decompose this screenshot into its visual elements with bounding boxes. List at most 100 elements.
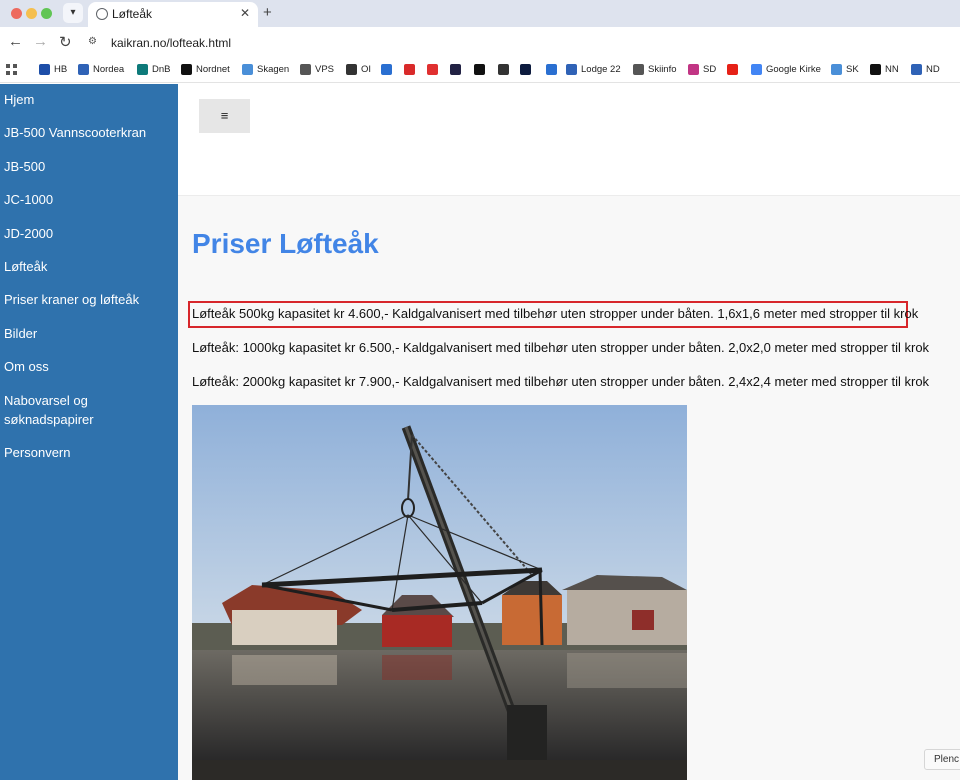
close-window-button[interactable] (11, 8, 22, 19)
main-content: ≡ Priser Løfteåk Løfteåk 500kg kapasitet… (178, 84, 960, 780)
bookmark-label: SK (846, 64, 859, 75)
tab-search-button[interactable]: ▾ (63, 3, 83, 23)
browser-toolbar: ← → ↻ ⚙ kaikran.no/lofteak.html (0, 27, 960, 59)
bookmark-item[interactable]: VPS (300, 64, 334, 75)
globe-icon (96, 8, 108, 20)
sidebar-item-personvern[interactable]: Personvern (4, 443, 169, 462)
bookmark-item[interactable]: DnB (137, 64, 170, 75)
bookmark-item[interactable]: HB (39, 64, 67, 75)
minimize-window-button[interactable] (26, 8, 37, 19)
bookmark-label: DnB (152, 64, 171, 75)
chevron-down-icon: ▾ (70, 7, 76, 18)
bookmark-favicon-icon (474, 64, 485, 75)
bookmark-favicon-icon (78, 64, 89, 75)
browser-tab[interactable]: Løfteåk ✕ (88, 2, 258, 27)
forward-arrow-icon[interactable]: → (33, 33, 48, 50)
bookmark-item[interactable]: Skiinfo (633, 64, 677, 75)
bookmark-item[interactable]: OI (346, 64, 371, 75)
bookmark-label: OI (361, 64, 372, 75)
reload-icon[interactable]: ↻ (59, 33, 72, 51)
bookmark-favicon-icon (727, 64, 738, 75)
bookmark-item[interactable]: Lodge 22 (566, 64, 621, 75)
bookmark-item[interactable] (427, 64, 438, 75)
bookmark-item[interactable] (474, 64, 485, 75)
bookmark-label: HB (54, 64, 68, 75)
bookmark-label: SD (703, 64, 717, 75)
bookmark-favicon-icon (688, 64, 699, 75)
bookmark-favicon-icon (831, 64, 842, 75)
bookmark-label: Skagen (257, 64, 290, 75)
bookmarks-bar: HB Nordea DnB Nordnet Skagen VPS OI Lodge 22 Ski… (0, 59, 960, 83)
bookmark-item[interactable] (450, 64, 461, 75)
bookmark-favicon-icon (300, 64, 311, 75)
bookmark-favicon-icon (242, 64, 253, 75)
bookmark-item[interactable] (381, 64, 392, 75)
bookmark-item[interactable]: Skagen (242, 64, 289, 75)
apps-grid-icon[interactable] (6, 64, 17, 75)
browser-tab-bar: ▾ Løfteåk ✕ + (0, 0, 960, 27)
bookmark-favicon-icon (498, 64, 509, 75)
sidebar-item-lofteak[interactable]: Løfteåk (4, 257, 169, 276)
bookmark-favicon-icon (450, 64, 461, 75)
tab-title: Løfteåk (112, 7, 153, 21)
sidebar-item-jc-1000[interactable]: JC-1000 (4, 190, 169, 209)
bookmark-favicon-icon (346, 64, 357, 75)
bookmark-item[interactable] (520, 64, 531, 75)
price-line-1000kg: Løfteåk: 1000kg kapasitet kr 6.500,- Kal… (192, 340, 930, 355)
bookmark-label: ND (926, 64, 940, 75)
bookmark-label: Google Kirke (766, 64, 821, 75)
bookmark-favicon-icon (566, 64, 577, 75)
sidebar-item-nabovarsel[interactable]: Nabovarsel og søknadspapirer (4, 391, 124, 429)
sidebar-item-hjem[interactable]: Hjem (4, 90, 169, 109)
bookmark-favicon-icon (137, 64, 148, 75)
bookmark-favicon-icon (381, 64, 392, 75)
bookmark-item[interactable]: SK (831, 64, 859, 75)
bookmark-item[interactable] (727, 64, 738, 75)
sidebar-item-jb-500[interactable]: JB-500 (4, 157, 169, 176)
bookmark-item[interactable]: Nordnet (181, 64, 230, 75)
sidebar-nav: Hjem JB-500 Vannscooterkran JB-500 JC-10… (0, 84, 178, 780)
bookmark-favicon-icon (427, 64, 438, 75)
sidebar-item-jd-2000[interactable]: JD-2000 (4, 224, 169, 243)
bookmark-favicon-icon (633, 64, 644, 75)
bookmark-label: NN (885, 64, 899, 75)
bookmark-item[interactable]: SD (688, 64, 716, 75)
bookmark-item[interactable] (404, 64, 415, 75)
bookmark-favicon-icon (520, 64, 531, 75)
bookmark-item[interactable]: Nordea (78, 64, 124, 75)
menu-icon: ≡ (220, 108, 229, 123)
site-info-icon[interactable]: ⚙ (88, 36, 102, 48)
bookmark-label: Lodge 22 (581, 64, 621, 75)
bookmark-favicon-icon (870, 64, 881, 75)
bookmark-favicon-icon (39, 64, 50, 75)
page-title: Priser Løfteåk (192, 228, 379, 259)
sidebar-item-om-oss[interactable]: Om oss (4, 357, 169, 376)
new-tab-button[interactable]: + (263, 4, 272, 21)
price-line-2000kg: Løfteåk: 2000kg kapasitet kr 7.900,- Kal… (192, 374, 930, 389)
sidebar-item-priser[interactable]: Priser kraner og løfteåk (4, 290, 169, 309)
address-bar[interactable]: kaikran.no/lofteak.html (111, 36, 231, 50)
bookmark-favicon-icon (404, 64, 415, 75)
bookmark-item[interactable] (498, 64, 509, 75)
bookmark-label: Nordnet (196, 64, 230, 75)
bookmark-favicon-icon (181, 64, 192, 75)
sidebar-item-bilder[interactable]: Bilder (4, 324, 169, 343)
bookmark-favicon-icon (751, 64, 762, 75)
back-arrow-icon[interactable]: ← (8, 33, 23, 50)
close-icon[interactable]: ✕ (240, 6, 250, 20)
bookmark-item[interactable]: ND (911, 64, 940, 75)
page-header: ≡ (178, 84, 960, 196)
bookmark-item[interactable]: Google Kirke (751, 64, 821, 75)
bookmark-item[interactable] (546, 64, 557, 75)
maximize-window-button[interactable] (41, 8, 52, 19)
hamburger-menu-button[interactable]: ≡ (199, 99, 250, 133)
bookmark-favicon-icon (546, 64, 557, 75)
bookmark-label: VPS (315, 64, 335, 75)
bookmark-item[interactable]: NN (870, 64, 899, 75)
side-panel-button[interactable]: Plenc (924, 749, 960, 770)
price-line-500kg: Løfteåk 500kg kapasitet kr 4.600,- Kaldg… (192, 306, 919, 321)
bookmark-label: Skiinfo (648, 64, 677, 75)
bookmark-label: Nordea (93, 64, 125, 75)
bookmark-favicon-icon (911, 64, 922, 75)
sidebar-item-jb-500-vannscooterkran[interactable]: JB-500 Vannscooterkran (4, 123, 169, 142)
